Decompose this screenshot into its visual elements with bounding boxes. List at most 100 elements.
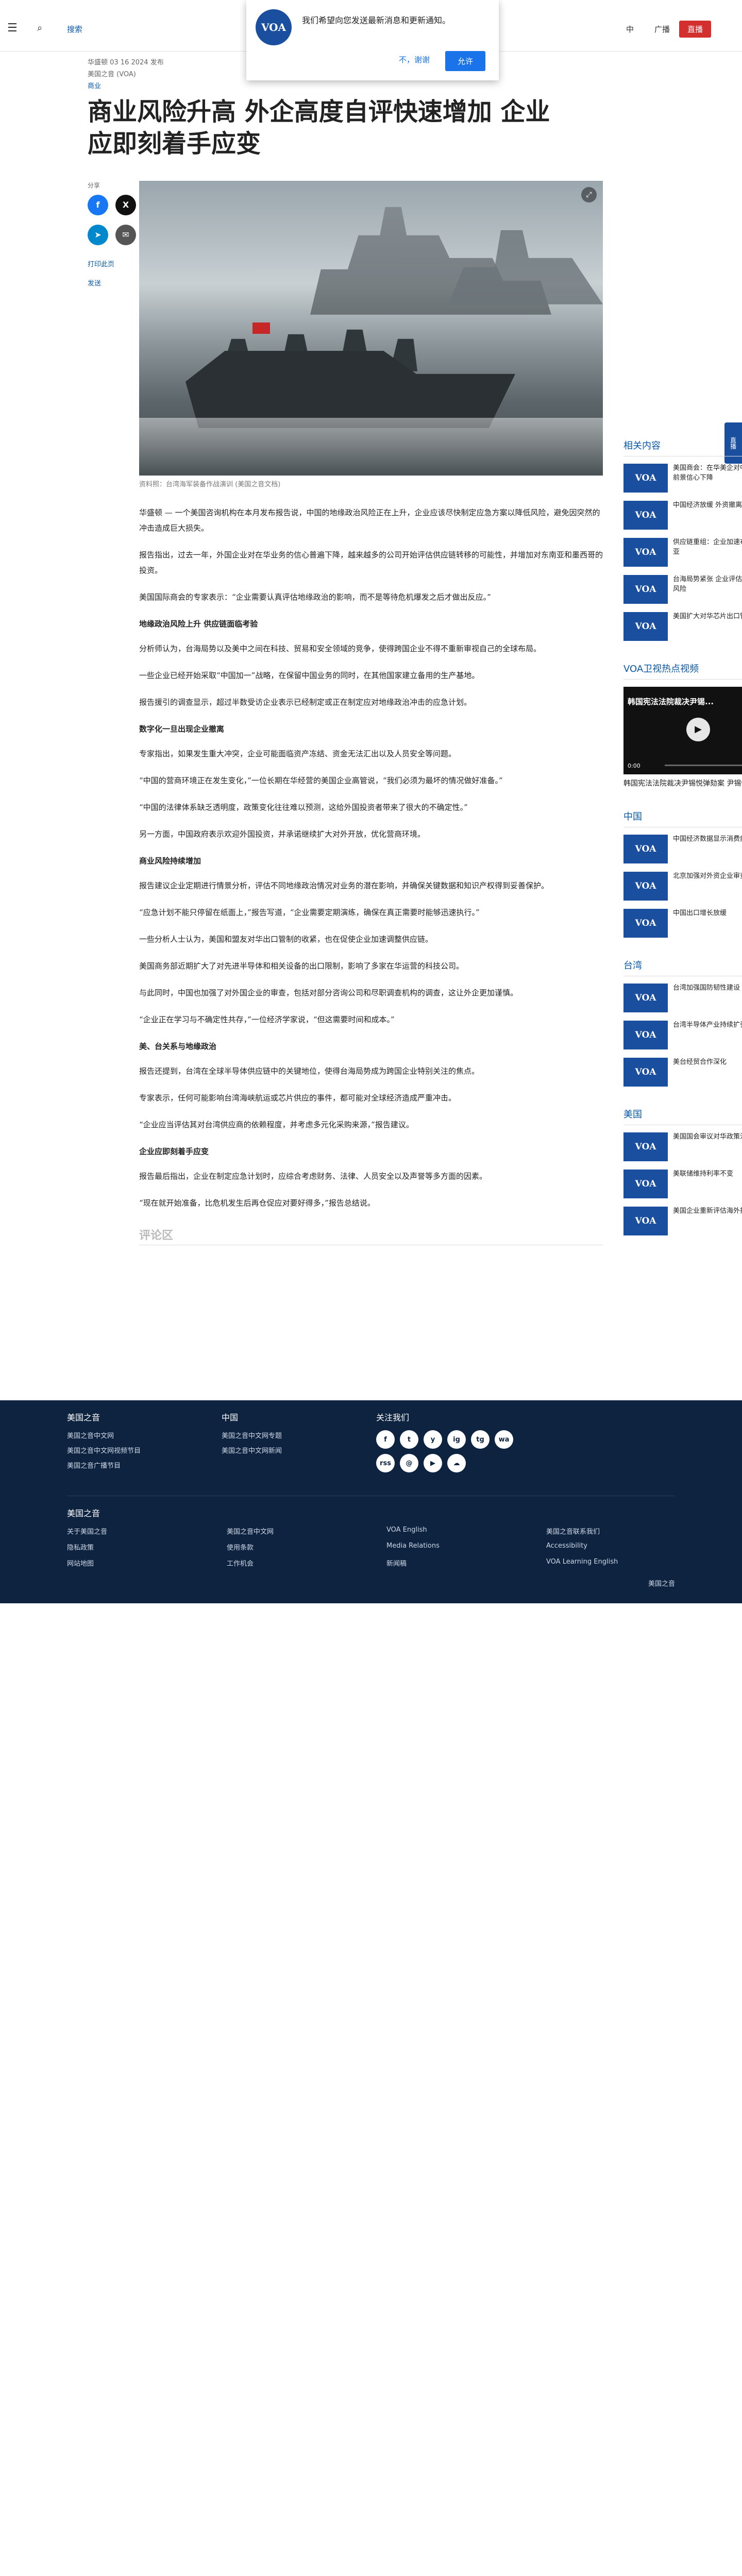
list-item[interactable]: VOA 台海局势紧张 企业评估地缘政治风险 xyxy=(623,574,742,604)
social-icon[interactable]: @ xyxy=(400,1454,418,1473)
share-bar: 分享 f X ✆ ➤ ✉ ⚭ 打印此页 发送 xyxy=(88,181,164,1256)
video-section: VOA卫视热点视频› 韩国宪法法院裁决尹锡... ▶ 0:00 韩国宪法法院裁决… xyxy=(623,662,742,789)
thumbnail: VOA xyxy=(623,984,668,1013)
china-section: 中国› VOA 中国经济数据显示消费疲软 VOA 北京加强对外资企业审查 VOA 中国出口… xyxy=(623,809,742,938)
footer-link[interactable]: VOA English xyxy=(386,1526,546,1536)
list-item[interactable]: VOA 美台经贸合作深化 xyxy=(623,1058,742,1087)
social-icon[interactable]: tg xyxy=(471,1430,490,1449)
social-icon[interactable]: ▶ xyxy=(424,1454,442,1473)
list-item[interactable]: VOA 供应链重组：企业加速布局东南亚 xyxy=(623,537,742,567)
paragraph: “企业应当评估其对台湾供应商的依赖程度，并考虑多元化采购来源，”报告建议。 xyxy=(139,1120,414,1130)
category-link[interactable]: 商业 xyxy=(88,80,654,90)
thumbnail: VOA xyxy=(623,835,668,864)
list-item[interactable]: VOA 中国经济数据显示消费疲软 xyxy=(623,835,742,864)
email-share-icon[interactable]: ✉ xyxy=(115,224,136,245)
email-link[interactable]: 发送 xyxy=(88,278,139,287)
list-item[interactable]: VOA 北京加强对外资企业审查 xyxy=(623,872,742,901)
social-icon[interactable]: t xyxy=(400,1430,418,1449)
list-item[interactable]: VOA 美联储维持利率不变 xyxy=(623,1170,742,1199)
list-item[interactable]: VOA 美国扩大对华芯片出口管制 xyxy=(623,612,742,641)
expand-icon[interactable]: ⤢ xyxy=(581,187,597,202)
page-title: 商业风险升高 外企高度自评快速增加 企业应即刻着手应变 xyxy=(88,97,550,159)
facebook-share-icon[interactable]: f xyxy=(88,194,108,215)
play-icon[interactable]: ▶ xyxy=(686,717,710,741)
list-item[interactable]: VOA 美国商会：在华美企对中国经济前景信心下降 xyxy=(623,463,742,493)
social-icon[interactable]: wa xyxy=(495,1430,513,1449)
list-item-title: 北京加强对外资企业审查 xyxy=(673,872,742,880)
x-share-icon[interactable]: X xyxy=(115,194,136,215)
radio-link[interactable]: 广播 xyxy=(654,24,670,35)
telegram-share-icon[interactable]: ➤ xyxy=(88,224,108,245)
footer-link[interactable]: VOA Learning English xyxy=(546,1558,675,1568)
search-label[interactable]: 搜索 xyxy=(67,24,82,35)
decline-button[interactable]: 不，谢谢 xyxy=(392,50,437,69)
thumbnail: VOA xyxy=(623,872,668,901)
footer-logo: 美国之音 xyxy=(648,1580,675,1588)
voa-logo: VOA xyxy=(256,9,292,45)
footer-link[interactable]: 美国之音中文网 xyxy=(227,1526,386,1536)
video-player[interactable]: 韩国宪法法院裁决尹锡... ▶ 0:00 xyxy=(623,686,742,774)
list-item[interactable]: VOA 美国企业重新评估海外投资 xyxy=(623,1207,742,1236)
language-switch[interactable]: 中 xyxy=(626,24,634,35)
thumbnail: VOA xyxy=(623,1170,668,1199)
hamburger-menu-icon[interactable]: ☰ xyxy=(7,22,18,35)
hero-image: ⤢ xyxy=(139,180,603,476)
footer-link[interactable]: 美国之音中文网专题 xyxy=(222,1430,376,1440)
us-section: 美国› VOA 美国国会审议对华政策法案 VOA 美联储维持利率不变 VOA 美国企业重新… xyxy=(623,1107,742,1236)
social-icon[interactable]: ig xyxy=(447,1430,466,1449)
thumbnail: VOA xyxy=(623,463,668,493)
list-item[interactable]: VOA 台湾加强国防韧性建设 xyxy=(623,984,742,1013)
list-item-title: 台海局势紧张 企业评估地缘政治风险 xyxy=(673,575,742,593)
list-item[interactable]: VOA 美国国会审议对华政策法案 xyxy=(623,1132,742,1162)
paragraph: 一些企业已经开始采取“中国加一”战略，在保留中国业务的同时，在其他国家建立备用的… xyxy=(139,671,480,681)
water-wake xyxy=(139,417,603,476)
section-title: 台湾› xyxy=(623,958,742,977)
footer-col-2: 中国 美国之音中文网专题 美国之音中文网新闻 xyxy=(222,1411,376,1475)
footer-link[interactable]: 关于美国之音 xyxy=(67,1526,227,1536)
search-icon[interactable]: ⌕ xyxy=(37,23,42,33)
video-progress-bar[interactable] xyxy=(665,764,742,766)
sidebar: 相关内容› VOA 美国商会：在华美企对中国经济前景信心下降 VOA 中国经济放缓 外… xyxy=(623,438,742,1256)
social-icon[interactable]: ☁ xyxy=(447,1454,466,1473)
thumbnail: VOA xyxy=(623,1058,668,1087)
footer-link[interactable]: Accessibility xyxy=(546,1542,675,1552)
social-icon[interactable]: rss xyxy=(376,1454,395,1473)
thumbnail: VOA xyxy=(623,909,668,938)
paragraph: 另一方面，中国政府表示欢迎外国投资，并承诺继续扩大对外开放，优化营商环境。 xyxy=(139,829,426,839)
footer-link[interactable]: 使用条款 xyxy=(227,1542,386,1552)
footer-link[interactable]: Media Relations xyxy=(386,1542,546,1552)
list-item-title: 中国经济放缓 外资撤离速度加快 xyxy=(673,501,742,509)
list-item-title: 美联储维持利率不变 xyxy=(673,1170,734,1178)
article-body: 华盛顿 — 一个美国咨询机构在本月发布报告说，中国的地缘政治风险正在上升，企业应… xyxy=(139,505,603,1211)
list-item[interactable]: VOA 中国经济放缓 外资撤离速度加快 xyxy=(623,500,742,530)
print-link[interactable]: 打印此页 xyxy=(88,259,139,268)
footer-link[interactable]: 新闻稿 xyxy=(386,1558,546,1568)
paragraph: 报告最后指出，企业在制定应急计划时，应综合考虑财务、法律、人员安全以及声誉等多方… xyxy=(139,1172,487,1181)
notification-prompt: VOA 我们希望向您发送最新消息和更新通知。 不，谢谢 允许 xyxy=(246,0,499,80)
footer-col-3: 关注我们 f t y ig tg wa rss @ ▶ ☁ xyxy=(376,1411,531,1475)
notification-text: 我们希望向您发送最新消息和更新通知。 xyxy=(302,15,451,25)
footer-link[interactable]: 美国之音中文网视频节目 xyxy=(67,1445,222,1455)
footer-link[interactable]: 美国之音联系我们 xyxy=(546,1526,675,1536)
live-button[interactable]: 直播 xyxy=(679,21,711,38)
list-item[interactable]: VOA 中国出口增长放缓 xyxy=(623,909,742,938)
thumbnail: VOA xyxy=(623,537,668,567)
footer-link[interactable]: 隐私政策 xyxy=(67,1542,227,1552)
social-icon[interactable]: f xyxy=(376,1430,395,1449)
list-item[interactable]: VOA 台湾半导体产业持续扩张 xyxy=(623,1021,742,1050)
footer-link[interactable]: 美国之音中文网 xyxy=(67,1430,222,1440)
footer-link[interactable]: 美国之音广播节目 xyxy=(67,1460,222,1470)
paragraph: 报告建议企业定期进行情景分析，评估不同地缘政治情况对业务的潜在影响，并确保关键数… xyxy=(139,881,549,891)
list-item-title: 美国企业重新评估海外投资 xyxy=(673,1207,742,1215)
paragraph: “中国的营商环境正在发生变化，”一位长期在华经营的美国企业高管说，“我们必须为最… xyxy=(139,776,503,786)
footer-link[interactable]: 工作机会 xyxy=(227,1558,386,1568)
social-icon[interactable]: y xyxy=(424,1430,442,1449)
footer-section-title: 美国之音 xyxy=(67,1509,100,1519)
allow-button[interactable]: 允许 xyxy=(445,51,485,71)
paragraph: 分析师认为，台海局势以及美中之间在科技、贸易和安全领域的竞争，使得跨国企业不得不… xyxy=(139,644,542,654)
footer-link[interactable]: 网站地图 xyxy=(67,1558,227,1568)
footer-link[interactable]: 美国之音中文网新闻 xyxy=(222,1445,376,1455)
video-caption[interactable]: 韩国宪法法院裁决尹锡悦弹劾案 尹锡悦被罢免 xyxy=(623,778,742,789)
thumbnail: VOA xyxy=(623,500,668,530)
comments-heading: 评论区 xyxy=(139,1226,603,1246)
